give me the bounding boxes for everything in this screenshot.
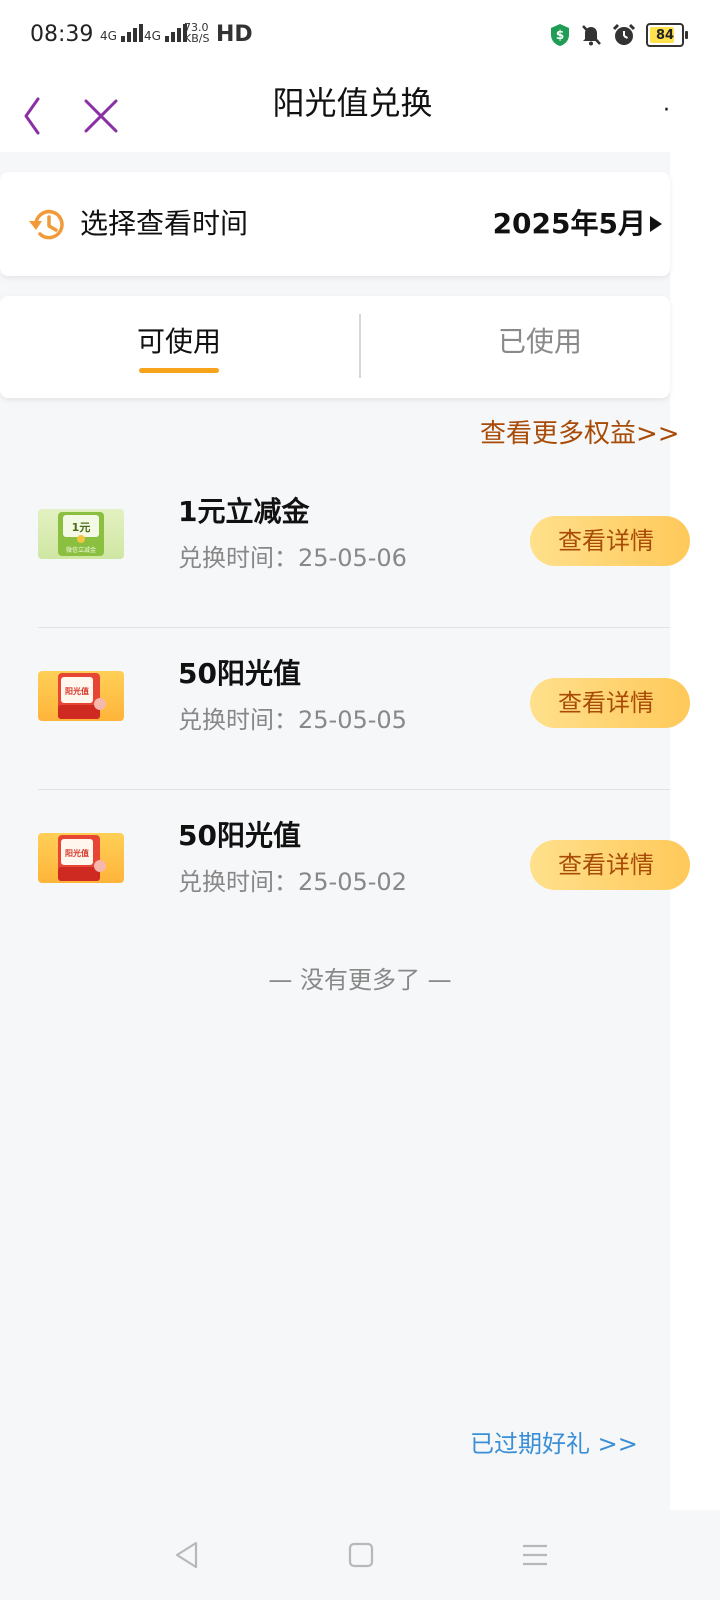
view-details-button[interactable]: 查看详情 <box>530 840 690 890</box>
time-selector-label: 选择查看时间 <box>80 207 249 240</box>
alarm-icon <box>612 23 636 45</box>
time-selector-value[interactable]: 2025年5月 <box>493 202 646 246</box>
green-envelope-icon: 1元 微信立减金 <box>38 509 124 559</box>
svg-text:1元: 1元 <box>72 521 91 534</box>
network-type-1: 4G <box>100 29 117 43</box>
shield-icon: $ <box>551 24 569 46</box>
list-item: 阳光值 50阳光值 兑换时间：25-05-02 查看详情 <box>38 790 690 952</box>
battery-icon: 84 <box>646 23 688 47</box>
tab-available[interactable]: 可使用 <box>0 322 358 362</box>
list-item: 阳光值 50阳光值 兑换时间：25-05-05 查看详情 <box>38 628 690 790</box>
signal-icon-1: 4G <box>100 24 145 42</box>
svg-text:阳光值: 阳光值 <box>65 848 89 858</box>
right-edge-strip <box>670 0 720 1510</box>
nav-home-icon[interactable] <box>346 1540 376 1570</box>
signal-icon-2: 4G <box>144 24 189 42</box>
view-details-button[interactable]: 查看详情 <box>530 516 690 566</box>
battery-level: 84 <box>655 27 675 43</box>
nav-back-icon[interactable] <box>172 1540 202 1570</box>
no-more-text: — 没有更多了 — <box>268 966 452 994</box>
more-rights-link[interactable]: 查看更多权益>> <box>480 414 680 454</box>
more-options-icon[interactable]: · <box>663 98 670 123</box>
svg-text:微信立减金: 微信立减金 <box>66 546 96 554</box>
list-item: 1元 微信立减金 1元立减金 兑换时间：25-05-06 查看详情 <box>38 466 690 628</box>
status-time: 08:39 <box>30 22 94 47</box>
system-nav-bar <box>0 1510 720 1600</box>
svg-text:$: $ <box>556 28 564 42</box>
status-right-icons: $ 84 <box>550 22 688 48</box>
item-date: 兑换时间：25-05-05 <box>178 706 407 734</box>
tab-bar: 可使用 已使用 <box>0 296 670 398</box>
item-name: 1元立减金 <box>178 495 310 528</box>
network-speed: 73.0 KB/S <box>184 22 209 44</box>
network-type-2: 4G <box>144 29 161 43</box>
svg-text:阳光值: 阳光值 <box>65 686 89 696</box>
history-clock-icon <box>29 209 64 240</box>
item-name: 50阳光值 <box>178 819 301 852</box>
expired-gifts-link[interactable]: 已过期好礼 >> <box>470 1426 638 1462</box>
time-selector[interactable]: 选择查看时间 2025年5月 <box>0 172 670 276</box>
item-date: 兑换时间：25-05-06 <box>178 544 407 572</box>
tab-used[interactable]: 已使用 <box>360 322 720 362</box>
speed-unit: KB/S <box>184 32 210 45</box>
view-details-button[interactable]: 查看详情 <box>530 678 690 728</box>
page-title: 阳光值兑换 <box>272 84 433 122</box>
status-bar: 08:39 4G 4G 73.0 KB/S HD $ 84 <box>0 0 720 70</box>
item-name: 50阳光值 <box>178 657 301 690</box>
hd-indicator: HD <box>216 22 253 47</box>
triangle-right-icon[interactable] <box>650 216 662 232</box>
active-tab-indicator <box>139 368 219 373</box>
mute-bell-icon <box>582 25 601 46</box>
nav-menu-icon[interactable] <box>520 1540 550 1570</box>
item-date: 兑换时间：25-05-02 <box>178 868 407 896</box>
orange-envelope-icon: 阳光值 <box>38 671 124 721</box>
app-header: 阳光值兑换 · <box>0 70 670 152</box>
orange-envelope-icon: 阳光值 <box>38 833 124 883</box>
